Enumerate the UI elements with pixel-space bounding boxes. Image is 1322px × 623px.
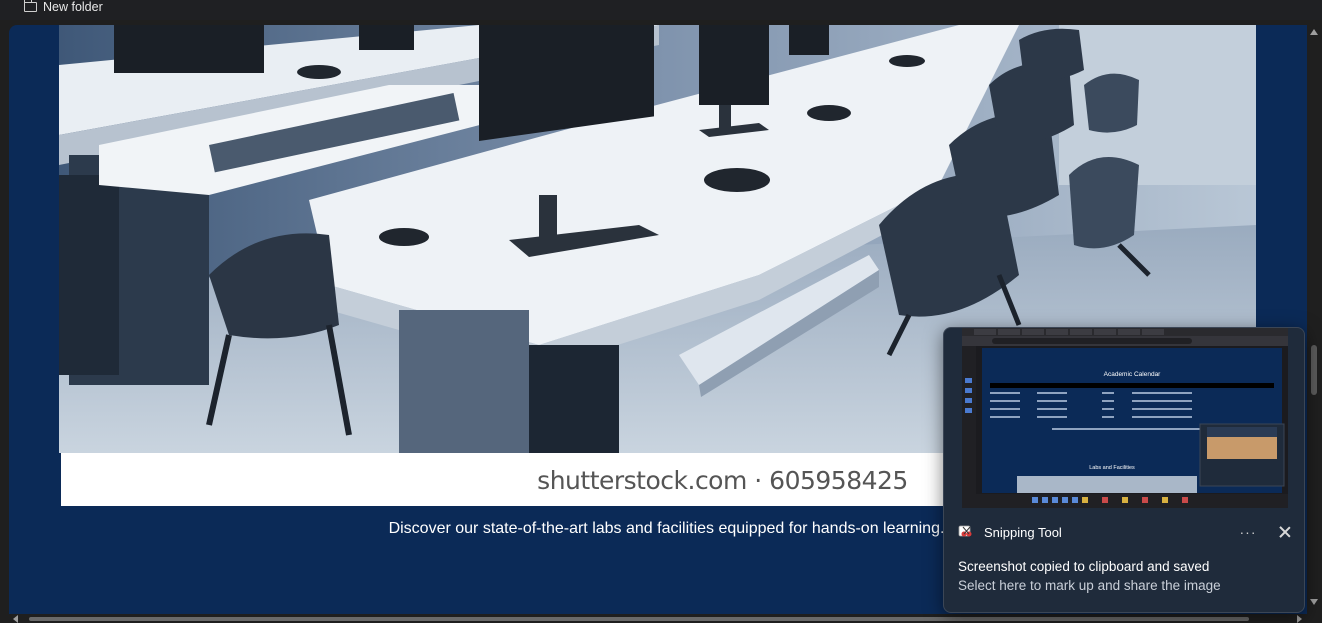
snipping-tool-notification[interactable]: Academic Calendar Labs and Facilities Sn…	[943, 327, 1305, 613]
bookmark-label: New folder	[43, 0, 103, 14]
scroll-down-arrow-icon[interactable]	[1310, 599, 1318, 605]
vertical-scroll-thumb[interactable]	[1311, 345, 1317, 395]
preview-section-heading: Labs and Facilities	[1089, 465, 1135, 471]
notification-header: Snipping Tool ···	[958, 522, 1292, 542]
scroll-right-arrow-icon[interactable]	[1297, 615, 1302, 623]
vertical-scrollbar[interactable]	[1307, 25, 1322, 614]
horizontal-scroll-thumb[interactable]	[29, 617, 1249, 621]
more-options-button[interactable]: ···	[1238, 524, 1258, 540]
horizontal-scrollbar[interactable]	[9, 614, 1307, 623]
close-icon[interactable]	[1278, 525, 1292, 539]
bookmark-new-folder[interactable]: New folder	[23, 0, 103, 14]
scroll-up-arrow-icon[interactable]	[1310, 29, 1318, 35]
bookmarks-bar: New folder	[0, 0, 1322, 20]
folder-icon	[23, 0, 37, 12]
screenshot-preview[interactable]: Academic Calendar Labs and Facilities	[962, 328, 1288, 508]
preview-title: Academic Calendar	[1104, 371, 1162, 378]
notification-sub-message: Select here to mark up and share the ima…	[958, 578, 1221, 593]
scroll-left-arrow-icon[interactable]	[13, 615, 18, 623]
notification-message: Screenshot copied to clipboard and saved	[958, 559, 1210, 574]
snipping-tool-icon	[958, 525, 972, 537]
notification-app-name: Snipping Tool	[984, 524, 1062, 540]
